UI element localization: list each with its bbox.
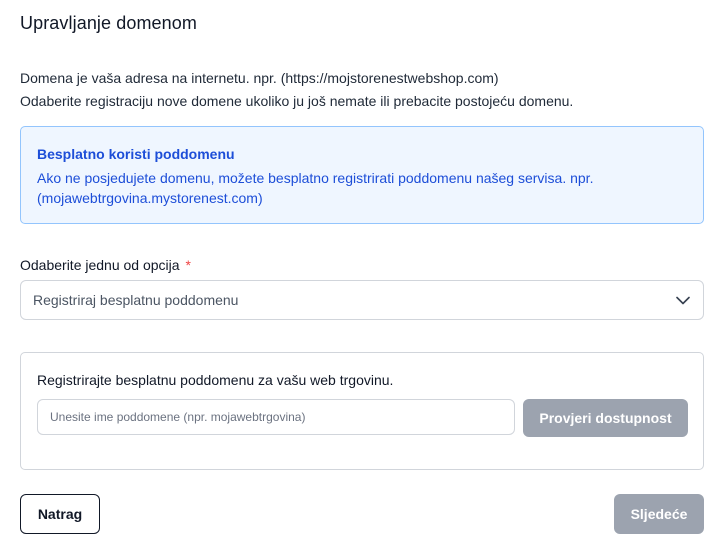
check-availability-button[interactable]: Provjeri dostupnost bbox=[523, 399, 688, 437]
page-description: Domena je vaša adresa na internetu. npr.… bbox=[20, 67, 573, 113]
option-label-text: Odaberite jednu od opcija bbox=[20, 257, 180, 273]
chevron-down-icon bbox=[675, 292, 691, 308]
back-button[interactable]: Natrag bbox=[20, 494, 100, 534]
subdomain-panel: Registrirajte besplatnu poddomenu za vaš… bbox=[20, 352, 704, 470]
next-button[interactable]: Sljedeće bbox=[614, 494, 704, 534]
page-title: Upravljanje domenom bbox=[20, 13, 197, 33]
info-box-body: Ako ne posjedujete domenu, možete bespla… bbox=[37, 170, 594, 206]
info-box-title: Besplatno koristi poddomenu bbox=[37, 146, 235, 162]
subdomain-input[interactable] bbox=[37, 399, 515, 435]
subdomain-panel-text: Registrirajte besplatnu poddomenu za vaš… bbox=[37, 372, 394, 388]
option-select[interactable]: Registriraj besplatnu poddomenu bbox=[20, 280, 704, 320]
description-line-2: Odaberite registraciju nove domene ukoli… bbox=[20, 93, 574, 109]
option-label: Odaberite jednu od opcija * bbox=[20, 257, 191, 273]
option-select-value: Registriraj besplatnu poddomenu bbox=[33, 292, 239, 308]
subdomain-info-box: Besplatno koristi poddomenu Ako ne posje… bbox=[20, 126, 704, 224]
required-mark: * bbox=[185, 257, 191, 273]
description-line-1: Domena je vaša adresa na internetu. npr.… bbox=[20, 70, 499, 86]
